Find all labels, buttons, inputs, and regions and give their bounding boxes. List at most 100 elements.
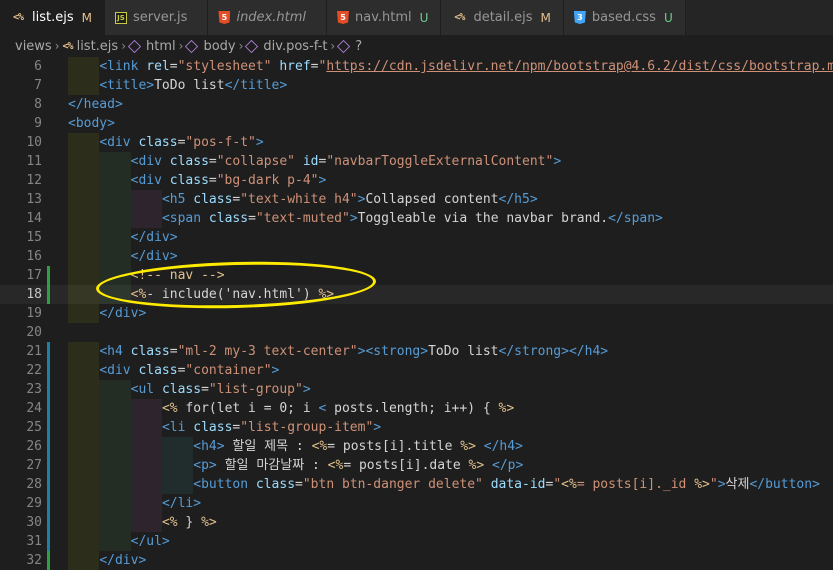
html-file-icon: 5 bbox=[218, 11, 231, 24]
tab-based-css[interactable]: 3 based.css U bbox=[563, 0, 686, 35]
code-line[interactable]: 25 <li class="list-group-item"> bbox=[0, 418, 833, 437]
code-line[interactable]: 20 bbox=[0, 323, 833, 342]
indent-guide bbox=[68, 285, 100, 304]
git-modified-gutter-marker bbox=[47, 456, 50, 475]
breadcrumb-label: div.pos-f-t bbox=[263, 38, 328, 54]
git-added-gutter-marker bbox=[47, 551, 50, 570]
code-line[interactable]: 7 <title>ToDo list</title> bbox=[0, 76, 833, 95]
code-token: href bbox=[279, 59, 311, 74]
git-modified-gutter-marker bbox=[47, 380, 50, 399]
line-number: 21 bbox=[26, 344, 42, 359]
line-number: 9 bbox=[34, 116, 42, 131]
chevron-right-icon: › bbox=[238, 39, 244, 53]
tab-server-js[interactable]: JS server.js bbox=[104, 0, 209, 35]
git-modified-gutter-marker bbox=[47, 494, 50, 513]
indent-guide bbox=[130, 456, 162, 475]
tab-bar: <% list.ejs M JS server.js 5 index.html 5 nav.ht… bbox=[0, 0, 833, 35]
indent-guide bbox=[68, 342, 100, 361]
indent-guide bbox=[99, 247, 131, 266]
code-line[interactable]: 17 <!-- nav --> bbox=[0, 266, 833, 285]
indent-guide bbox=[68, 418, 100, 437]
line-number: 20 bbox=[26, 325, 42, 340]
git-added-gutter-marker bbox=[47, 266, 50, 285]
tab-detail-ejs[interactable]: <% detail.ejs M bbox=[441, 0, 564, 35]
chevron-right-icon: › bbox=[330, 39, 336, 53]
line-number: 28 bbox=[26, 477, 42, 492]
code-token: <div bbox=[130, 173, 170, 188]
breadcrumb-item[interactable]: body bbox=[185, 39, 236, 54]
code-line[interactable]: 29 </li> bbox=[0, 494, 833, 513]
indent-guide bbox=[130, 513, 162, 532]
indent-guide bbox=[99, 513, 131, 532]
tab-nav-html[interactable]: 5 nav.html U bbox=[327, 0, 442, 35]
tab-git-status: U bbox=[419, 10, 429, 25]
code-token: <strong> bbox=[365, 344, 429, 359]
code-line[interactable]: 21 <h4 class="ml-2 my-3 text-center"><str… bbox=[0, 342, 833, 361]
git-modified-gutter-marker bbox=[47, 513, 50, 532]
code-line[interactable]: 8 </head> bbox=[0, 95, 833, 114]
code-line[interactable]: 16 </div> bbox=[0, 247, 833, 266]
breadcrumb-item[interactable]: div.pos-f-t bbox=[245, 38, 328, 54]
code-token: for(let i = 0; i bbox=[177, 401, 319, 416]
code-line[interactable]: 28 <button class="btn btn-danger delete" … bbox=[0, 475, 833, 494]
code-line[interactable]: 11 <div class="collapse" id="navbarToggle… bbox=[0, 152, 833, 171]
code-line[interactable]: 26 <h4> 할일 제목 : <%= posts[i].title %> </h… bbox=[0, 437, 833, 456]
code-line[interactable]: 10 <div class="pos-f-t"> bbox=[0, 133, 833, 152]
code-line[interactable]: 31 </ul> bbox=[0, 532, 833, 551]
breadcrumb-item[interactable]: ? bbox=[337, 39, 362, 54]
code-line[interactable]: 13 <h5 class="text-white h4">Collapsed co… bbox=[0, 190, 833, 209]
indent-guide bbox=[68, 475, 100, 494]
code-token: ToDo list bbox=[154, 78, 225, 93]
html-file-icon: 5 bbox=[337, 11, 349, 24]
line-number: 8 bbox=[34, 97, 42, 112]
code-line[interactable]: 30 <% } %> bbox=[0, 513, 833, 532]
indent-guide bbox=[68, 494, 100, 513]
code-text: <p> 할일 마감날짜 : <%= posts[i].date %> </p> bbox=[193, 456, 523, 475]
tab-git-status: U bbox=[663, 10, 673, 25]
code-token: <div bbox=[99, 135, 139, 150]
code-token: <button bbox=[193, 477, 256, 492]
breadcrumb-item[interactable]: html bbox=[127, 39, 176, 54]
code-token: </div> bbox=[99, 553, 147, 568]
indent-guide bbox=[68, 190, 100, 209]
line-number: 22 bbox=[26, 363, 42, 378]
code-token: <% bbox=[327, 458, 344, 473]
code-line[interactable]: 6 <link rel="stylesheet" href="https://cd… bbox=[0, 57, 833, 76]
code-token: %> bbox=[498, 401, 515, 416]
code-token: class bbox=[130, 344, 170, 359]
indent-guide bbox=[68, 133, 100, 152]
code-token: class bbox=[193, 420, 233, 435]
line-number: 27 bbox=[26, 458, 42, 473]
indent-guide bbox=[99, 228, 131, 247]
code-token: </div> bbox=[130, 249, 178, 264]
code-line[interactable]: 9 <body> bbox=[0, 114, 833, 133]
code-token: = bbox=[208, 173, 217, 188]
code-text: <div class="pos-f-t"> bbox=[99, 133, 263, 152]
line-number: 29 bbox=[26, 496, 42, 511]
breadcrumb-item[interactable]: views bbox=[15, 39, 52, 54]
code-token: </h4> bbox=[568, 344, 609, 359]
code-line[interactable]: 32 </div> bbox=[0, 551, 833, 570]
code-text: <h5 class="text-white h4">Collapsed cont… bbox=[162, 190, 538, 209]
code-token: <% bbox=[311, 439, 328, 454]
tab-index-html[interactable]: 5 index.html bbox=[208, 0, 327, 35]
code-line[interactable]: 18 <%- include('nav.html') %> bbox=[0, 285, 833, 304]
code-token: %> bbox=[468, 458, 485, 473]
code-line[interactable]: 24 <% for(let i = 0; i < posts.length; i+… bbox=[0, 399, 833, 418]
code-line[interactable]: 19 </div> bbox=[0, 304, 833, 323]
code-line[interactable]: 14 <span class="text-muted">Toggleable vi… bbox=[0, 209, 833, 228]
code-line[interactable]: 23 <ul class="list-group"> bbox=[0, 380, 833, 399]
indent-guide bbox=[99, 456, 131, 475]
code-token: <title> bbox=[99, 78, 155, 93]
code-line[interactable]: 15 </div> bbox=[0, 228, 833, 247]
code-editor[interactable]: 6 <link rel="stylesheet" href="https://cd… bbox=[0, 57, 833, 570]
code-line[interactable]: 27 <p> 할일 마감날짜 : <%= posts[i].date %> </p… bbox=[0, 456, 833, 475]
code-line[interactable]: 12 <div class="bg-dark p-4"> bbox=[0, 171, 833, 190]
code-line[interactable]: 22 <div class="container"> bbox=[0, 361, 833, 380]
tab-list-ejs[interactable]: <% list.ejs M bbox=[0, 0, 105, 35]
breadcrumb-item[interactable]: <% list.ejs bbox=[63, 39, 119, 54]
line-number: 14 bbox=[26, 211, 42, 226]
breadcrumb-label: views bbox=[15, 38, 52, 54]
line-number: 13 bbox=[26, 192, 42, 207]
